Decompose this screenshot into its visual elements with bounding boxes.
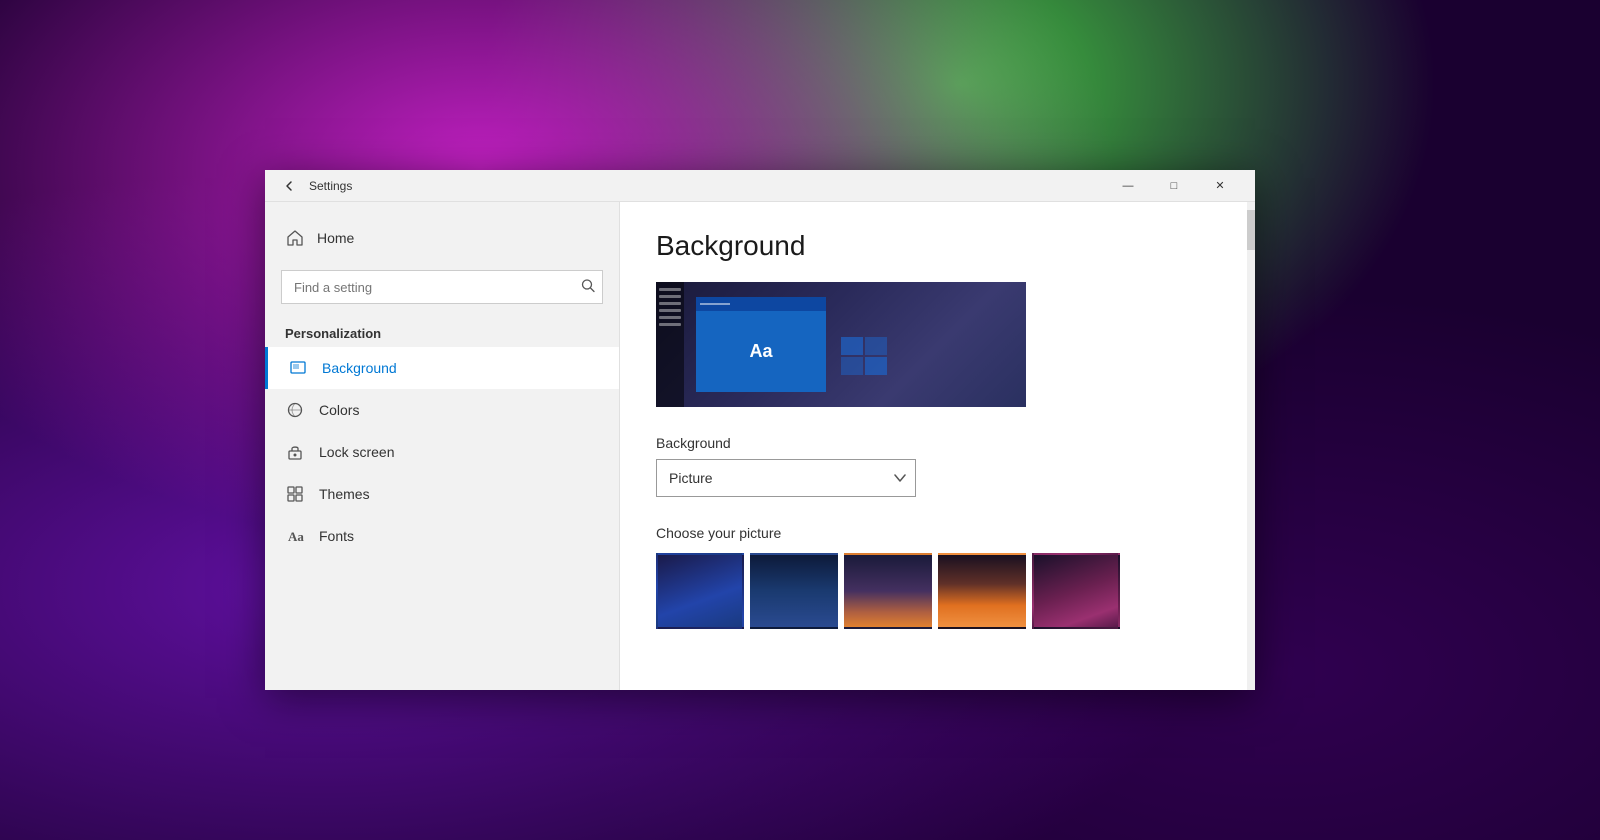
picture-thumb-1[interactable] xyxy=(656,553,744,629)
sidebar-item-themes[interactable]: Themes xyxy=(265,473,619,515)
colors-icon xyxy=(285,400,305,420)
background-label: Background xyxy=(656,435,1219,451)
sidebar-item-lock-screen[interactable]: Lock screen xyxy=(265,431,619,473)
sidebar-search-container xyxy=(281,270,603,304)
main-content: Background Aa xyxy=(620,202,1255,690)
picture-thumb-4[interactable] xyxy=(938,553,1026,629)
background-preview: Aa xyxy=(656,282,1026,407)
search-input[interactable] xyxy=(281,270,603,304)
window-title: Settings xyxy=(309,179,352,193)
close-button[interactable]: ✕ xyxy=(1197,170,1243,202)
lock-screen-icon xyxy=(285,442,305,462)
sidebar: Home Personalization xyxy=(265,202,620,690)
taskbar-line-3 xyxy=(659,302,681,305)
themes-icon xyxy=(285,484,305,504)
preview-window-titlebar xyxy=(696,297,826,311)
background-item-label: Background xyxy=(322,360,397,376)
page-title: Background xyxy=(656,230,1219,262)
taskbar-line-4 xyxy=(659,309,681,312)
dropdown-container: Picture Solid color Slideshow xyxy=(656,459,916,497)
preview-tile-2 xyxy=(865,337,887,355)
picture-thumb-2[interactable] xyxy=(750,553,838,629)
fonts-item-label: Fonts xyxy=(319,528,354,544)
titlebar: Settings — □ ✕ xyxy=(265,170,1255,202)
preview-aa-text: Aa xyxy=(749,341,772,362)
sidebar-item-background[interactable]: Background xyxy=(265,347,619,389)
preview-window: Aa xyxy=(696,297,826,392)
preview-tile-4 xyxy=(865,357,887,375)
sidebar-item-colors[interactable]: Colors xyxy=(265,389,619,431)
choose-picture-label: Choose your picture xyxy=(656,525,1219,541)
home-icon xyxy=(285,228,305,248)
sidebar-home[interactable]: Home xyxy=(265,218,619,258)
maximize-button[interactable]: □ xyxy=(1151,170,1197,202)
back-button[interactable] xyxy=(277,174,301,198)
window-controls: — □ ✕ xyxy=(1105,170,1243,202)
taskbar-line-2 xyxy=(659,295,681,298)
preview-tile-3 xyxy=(841,357,863,375)
scroll-thumb xyxy=(1247,210,1255,250)
preview-tile-1 xyxy=(841,337,863,355)
sidebar-section-title: Personalization xyxy=(265,316,619,347)
picture-thumb-5[interactable] xyxy=(1032,553,1120,629)
background-icon xyxy=(288,358,308,378)
scrollbar[interactable] xyxy=(1247,202,1255,690)
home-label: Home xyxy=(317,230,354,246)
settings-window: Settings — □ ✕ Home xyxy=(265,170,1255,690)
lock-screen-item-label: Lock screen xyxy=(319,444,394,460)
picture-grid xyxy=(656,553,1219,629)
colors-item-label: Colors xyxy=(319,402,359,418)
picture-thumb-3[interactable] xyxy=(844,553,932,629)
background-type-dropdown[interactable]: Picture Solid color Slideshow xyxy=(656,459,916,497)
taskbar-line-5 xyxy=(659,316,681,319)
taskbar-line-1 xyxy=(659,288,681,291)
themes-item-label: Themes xyxy=(319,486,370,502)
preview-tiles xyxy=(841,337,887,375)
sidebar-item-fonts[interactable]: Aa Fonts xyxy=(265,515,619,557)
window-body: Home Personalization xyxy=(265,202,1255,690)
fonts-icon: Aa xyxy=(285,526,305,546)
svg-text:Aa: Aa xyxy=(288,529,304,544)
search-icon[interactable] xyxy=(581,279,595,296)
preview-window-body: Aa xyxy=(696,311,826,392)
preview-taskbar xyxy=(656,282,684,407)
taskbar-line-6 xyxy=(659,323,681,326)
minimize-button[interactable]: — xyxy=(1105,170,1151,202)
